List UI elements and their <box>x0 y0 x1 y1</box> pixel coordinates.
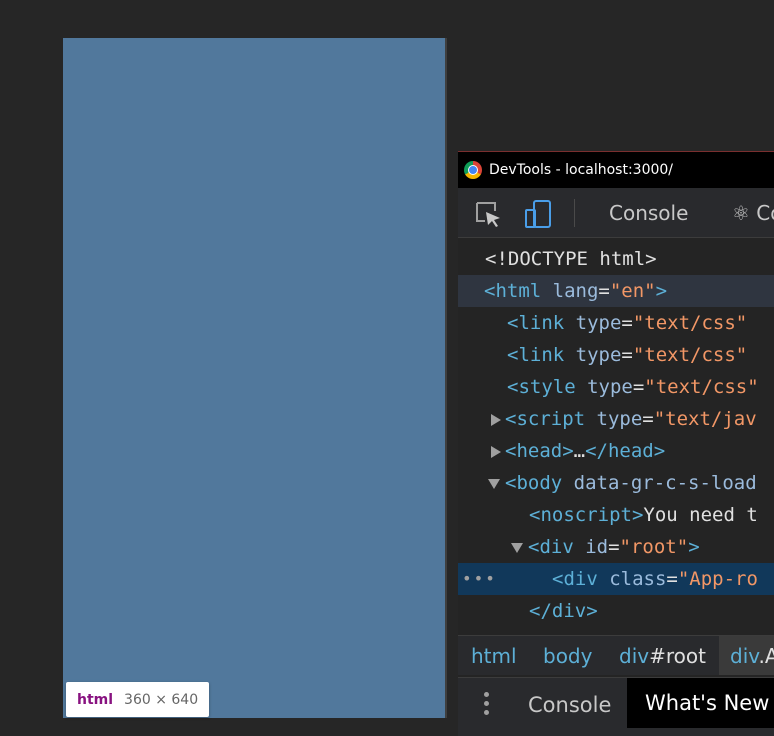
dom-node-div-root[interactable]: <div id="root"> <box>458 531 774 563</box>
code-token: = <box>608 536 620 558</box>
code-token: data-gr-c-s-load <box>562 472 757 494</box>
code-token: You need t <box>643 504 758 526</box>
code-token: type <box>564 312 622 334</box>
dom-node-text: <link type="text/css" <box>507 307 747 339</box>
code-token: = <box>642 408 654 430</box>
viewport-resize-edge[interactable] <box>445 38 447 718</box>
devtools-window: DevTools - localhost:3000/ Console ⚛ Co … <box>458 151 774 736</box>
code-token: <body <box>505 472 563 494</box>
code-token: <noscript> <box>529 504 644 526</box>
breadcrumb-tag: div <box>619 644 650 668</box>
code-token: lang <box>541 280 599 302</box>
code-token: <div <box>552 568 598 590</box>
code-token: </head> <box>585 440 666 462</box>
dom-node-text: <div id="root"> <box>528 531 700 563</box>
code-token: <div <box>528 536 574 558</box>
dom-node-text: <html lang="en"> <box>484 275 667 307</box>
dom-node-text: <head>…</head> <box>505 435 665 467</box>
tooltip-dimensions: 360 × 640 <box>124 691 199 708</box>
tab-components[interactable]: ⚛ Co <box>732 201 774 225</box>
code-token: id <box>573 536 609 558</box>
code-token: "text/jav <box>653 408 757 430</box>
window-title: DevTools - localhost:3000/ <box>489 162 674 178</box>
drawer-menu-icon[interactable] <box>484 692 490 718</box>
code-token: = <box>598 280 610 302</box>
dom-node-link[interactable]: <link type="text/css" <box>458 307 774 339</box>
dom-node-doctype[interactable]: <!DOCTYPE html> <box>458 243 774 275</box>
dom-node-text: <body data-gr-c-s-load <box>505 467 757 499</box>
breadcrumb-div-root[interactable]: div#root <box>619 644 706 668</box>
breadcrumb-selector: #root <box>649 644 706 668</box>
dom-node-link[interactable]: <link type="text/css" <box>458 339 774 371</box>
code-token: "text/css" <box>632 344 748 366</box>
collapse-triangle-icon[interactable] <box>511 543 523 553</box>
code-token: = <box>621 312 633 334</box>
drawer-tab-whats-new[interactable]: What's New <box>627 678 774 728</box>
code-token: = <box>666 568 678 590</box>
dom-node-div-app-root[interactable]: ••• <div class="App-ro <box>458 563 774 595</box>
code-token: type <box>585 408 643 430</box>
code-token: "App-ro <box>677 568 758 590</box>
code-token: <link <box>507 344 565 366</box>
breadcrumb-tag: div <box>730 644 759 668</box>
code-token: = <box>621 344 633 366</box>
dom-node-html[interactable]: <html lang="en"> <box>458 275 774 307</box>
drawer-tab-console[interactable]: Console <box>528 693 611 717</box>
code-token: class <box>597 568 667 590</box>
code-token: type <box>564 344 622 366</box>
inspect-element-icon[interactable] <box>474 200 502 228</box>
emulated-viewport <box>63 38 445 718</box>
code-token: type <box>575 376 633 398</box>
dom-node-head[interactable]: <head>…</head> <box>458 435 774 467</box>
dom-breadcrumb: html body div#root div.A <box>458 635 774 675</box>
tab-console[interactable]: Console <box>609 201 688 225</box>
dom-node-text: <script type="text/jav <box>505 403 757 435</box>
collapse-triangle-icon[interactable] <box>488 479 500 489</box>
code-token: <html <box>484 280 542 302</box>
dom-node-div-close[interactable]: </div> <box>458 595 774 627</box>
expand-triangle-icon[interactable] <box>491 414 501 426</box>
chrome-logo-icon <box>464 161 482 179</box>
code-token: > <box>688 536 700 558</box>
code-token: "root" <box>619 536 689 558</box>
dom-node-text: <noscript>You need t <box>529 499 758 531</box>
code-token: > <box>655 280 668 302</box>
code-token: <script <box>505 408 586 430</box>
breadcrumb-html[interactable]: html <box>471 644 517 668</box>
dom-node-body[interactable]: <body data-gr-c-s-load <box>458 467 774 499</box>
code-token: … <box>573 440 586 462</box>
code-token: "text/css" <box>644 376 759 398</box>
breadcrumb-body[interactable]: body <box>543 644 592 668</box>
dom-node-script[interactable]: <script type="text/jav <box>458 403 774 435</box>
dom-node-style[interactable]: <style type="text/css" <box>458 371 774 403</box>
expand-triangle-icon[interactable] <box>491 446 501 458</box>
code-token: <!DOCTYPE html> <box>485 248 657 270</box>
code-token: "text/css" <box>632 312 748 334</box>
toolbar-separator <box>574 199 575 227</box>
code-token: = <box>632 376 645 398</box>
more-options-icon[interactable]: ••• <box>462 563 497 595</box>
dom-node-noscript[interactable]: <noscript>You need t <box>458 499 774 531</box>
code-token: <style <box>507 376 576 398</box>
dom-node-text: <style type="text/css" <box>507 371 759 403</box>
breadcrumb-selector: .A <box>758 644 774 668</box>
devtools-toolbar: Console ⚛ Co <box>458 188 774 238</box>
dom-node-text: <div class="App-ro <box>552 563 758 595</box>
tooltip-tag: html <box>77 691 114 708</box>
dom-node-text: <link type="text/css" <box>507 339 747 371</box>
code-token: <head> <box>505 440 574 462</box>
elements-dom-tree: <!DOCTYPE html> <html lang="en"> <link t… <box>458 239 774 634</box>
code-token: "en" <box>609 280 656 302</box>
element-inspect-tooltip: html 360 × 640 <box>66 682 210 717</box>
code-token: </div> <box>529 600 598 622</box>
dom-node-text: </div> <box>529 595 598 627</box>
code-token: <link <box>507 312 565 334</box>
device-toolbar-icon[interactable] <box>524 200 552 228</box>
dom-node-text: <!DOCTYPE html> <box>485 243 657 275</box>
drawer-tabbar: Console What's New <box>458 677 774 736</box>
devtools-titlebar[interactable]: DevTools - localhost:3000/ <box>458 151 774 188</box>
breadcrumb-div-app[interactable]: div.A <box>730 644 774 668</box>
